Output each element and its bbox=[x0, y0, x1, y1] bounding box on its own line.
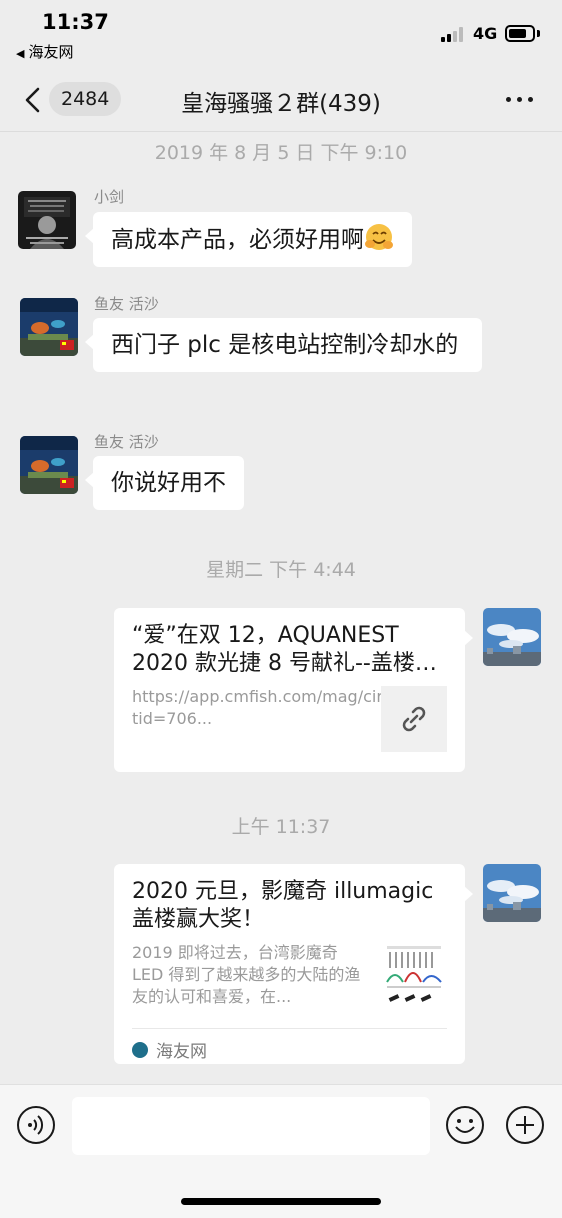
avatar[interactable] bbox=[20, 436, 78, 494]
smiling-face-icon bbox=[365, 224, 393, 250]
back-triangle-icon: ◀ bbox=[16, 47, 25, 60]
article-card[interactable]: 2020 元旦，影魔奇 illumagic 盖楼赢大奖！ 2019 即将过去，台… bbox=[114, 864, 473, 1064]
sender-name: 鱼友 活沙 bbox=[94, 433, 159, 451]
back-to-app-link[interactable]: ◀ 海友网 bbox=[16, 41, 73, 62]
message-text: 你说好用不 bbox=[111, 470, 226, 496]
message-bubble[interactable]: 你说好用不 bbox=[85, 456, 244, 510]
card-source-label: 海友网 bbox=[156, 1042, 207, 1062]
self-avatar[interactable] bbox=[483, 864, 541, 922]
timestamp: 2019 年 8 月 5 日 下午 9:10 bbox=[154, 142, 408, 164]
self-avatar[interactable] bbox=[483, 608, 541, 666]
message-input[interactable] bbox=[72, 1097, 430, 1155]
cellular-signal-icon bbox=[441, 26, 467, 42]
battery-icon bbox=[505, 25, 535, 42]
plus-icon[interactable] bbox=[505, 1105, 545, 1145]
card-url: https://app.cmfish.com/mag/circle/v1/for… bbox=[132, 687, 381, 728]
card-title: “爱”在双 12，AQUANEST 2020 款光捷 8 号献礼--盖楼赢大奖！ bbox=[132, 623, 437, 676]
chat-nav-bar: 2484 皇海骚骚２群(439) bbox=[0, 70, 562, 132]
avatar[interactable] bbox=[18, 191, 76, 249]
status-bar: 11:37 ◀ 海友网 4G bbox=[0, 0, 562, 70]
timestamp: 星期二 下午 4:44 bbox=[206, 559, 356, 581]
battery-cap bbox=[537, 30, 540, 37]
sender-name: 小剑 bbox=[94, 188, 125, 206]
back-app-label: 海友网 bbox=[28, 43, 74, 61]
message-bubble[interactable]: 高成本产品，必须好用啊 bbox=[85, 212, 412, 267]
home-indicator[interactable] bbox=[181, 1198, 381, 1205]
timestamp: 上午 11:37 bbox=[231, 816, 331, 838]
message-text: 高成本产品，必须好用啊 bbox=[111, 227, 364, 253]
network-type: 4G bbox=[473, 24, 498, 43]
sender-name: 鱼友 活沙 bbox=[94, 295, 159, 313]
chat-title: 皇海骚骚２群(439) bbox=[181, 91, 381, 117]
voice-icon[interactable] bbox=[16, 1105, 56, 1145]
more-dots-icon[interactable] bbox=[500, 84, 540, 114]
emoji-icon[interactable] bbox=[445, 1105, 485, 1145]
card-description: 2019 即将过去，台湾影魔奇 LED 得到了越来越多的大陆的渔友的认可和喜爱，… bbox=[132, 943, 361, 1006]
card-title: 2020 元旦，影魔奇 illumagic 盖楼赢大奖！ bbox=[132, 879, 434, 932]
card-source: 海友网 bbox=[132, 1028, 447, 1062]
link-icon bbox=[381, 686, 447, 752]
avatar[interactable] bbox=[20, 298, 78, 356]
message-bubble[interactable]: 西门子 plc 是核电站控制冷却水的 bbox=[85, 318, 482, 372]
link-card[interactable]: “爱”在双 12，AQUANEST 2020 款光捷 8 号献礼--盖楼赢大奖！… bbox=[114, 608, 473, 772]
article-thumbnail bbox=[381, 942, 447, 1014]
source-logo-icon bbox=[132, 1041, 148, 1058]
status-time: 11:37 bbox=[42, 10, 109, 34]
message-text: 西门子 plc 是核电站控制冷却水的 bbox=[111, 332, 459, 358]
